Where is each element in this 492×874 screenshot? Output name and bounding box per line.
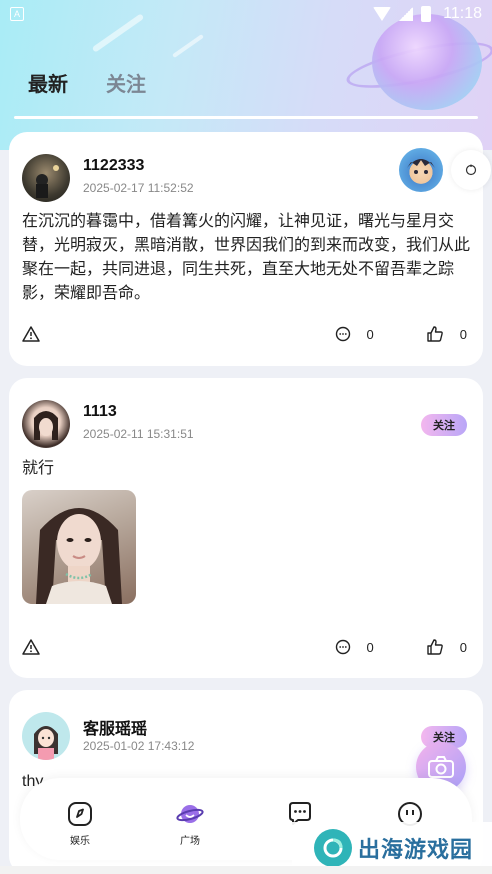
username[interactable]: 1113: [83, 403, 117, 421]
watermark-logo: [314, 829, 352, 867]
comment-button[interactable]: 0: [335, 639, 374, 655]
wifi-icon: [373, 7, 392, 21]
username[interactable]: 1122333: [83, 157, 144, 175]
thumbs-up-icon: [427, 639, 443, 655]
like-button[interactable]: 0: [426, 325, 467, 343]
post-text: 就行: [22, 460, 55, 477]
report-warning-icon[interactable]: [22, 325, 40, 343]
avatar[interactable]: [22, 400, 70, 448]
post-time: 2025-02-11 15:31:51: [83, 427, 194, 441]
post-actions: 0 0: [22, 324, 467, 344]
tab-divider: [14, 116, 478, 119]
avatar[interactable]: [22, 154, 70, 202]
comment-button[interactable]: 0: [335, 326, 374, 342]
like-count: 0: [459, 639, 467, 655]
like-button[interactable]: 0: [426, 638, 467, 656]
camera-icon: [428, 756, 454, 778]
post-card[interactable]: 1122333 2025-02-17 11:52:52 在沉沉的暮霭中，借着篝火…: [9, 132, 491, 366]
app-notification-icon: A: [10, 7, 24, 21]
nav-plaza[interactable]: 广场: [160, 800, 220, 847]
battery-icon: [421, 6, 432, 22]
planet-decoration: [372, 14, 482, 110]
post-actions: 0 0: [22, 637, 467, 657]
post-time: 2025-02-17 11:52:52: [83, 181, 194, 195]
post-text: 在沉沉的暮霭中，借着篝火的闪耀，让神见证，曙光与星月交替，光明寂灭，黑暗消散，世…: [22, 213, 471, 302]
refresh-button[interactable]: [451, 150, 491, 190]
status-time: 11:18: [443, 5, 482, 22]
status-bar: A 11:18: [0, 0, 492, 28]
tab-following[interactable]: 关注: [106, 68, 146, 97]
report-warning-icon[interactable]: [22, 638, 40, 656]
feed-tabs: 最新 关注: [28, 68, 146, 97]
nav-label: 娱乐: [70, 836, 90, 847]
nav-entertainment[interactable]: 娱乐: [50, 800, 110, 847]
post-image[interactable]: [22, 490, 136, 604]
comment-count: 0: [366, 639, 374, 655]
nav-label: 广场: [180, 836, 200, 847]
watermark-text: 出海游戏园: [358, 837, 474, 862]
post-time: 2025-01-02 17:43:12: [83, 739, 195, 753]
username[interactable]: 客服瑶瑶: [83, 715, 147, 739]
compass-icon: [68, 802, 92, 826]
thumbs-up-icon: [427, 326, 443, 342]
refresh-icon: [465, 164, 477, 176]
comment-count: 0: [366, 326, 374, 342]
decorative-streak: [172, 34, 204, 58]
comment-icon: [335, 326, 350, 342]
comment-icon: [335, 639, 350, 655]
floating-avatar[interactable]: [399, 148, 443, 192]
post-card[interactable]: 1113 2025-02-11 15:31:51 关注 就行 0 0: [9, 378, 483, 678]
tab-latest[interactable]: 最新: [28, 68, 68, 97]
planet-icon: [176, 805, 204, 823]
signal-icon: [399, 7, 414, 21]
home-indicator: [0, 866, 492, 874]
follow-button[interactable]: 关注: [421, 414, 467, 436]
like-count: 0: [459, 326, 467, 342]
avatar[interactable]: [22, 712, 70, 760]
